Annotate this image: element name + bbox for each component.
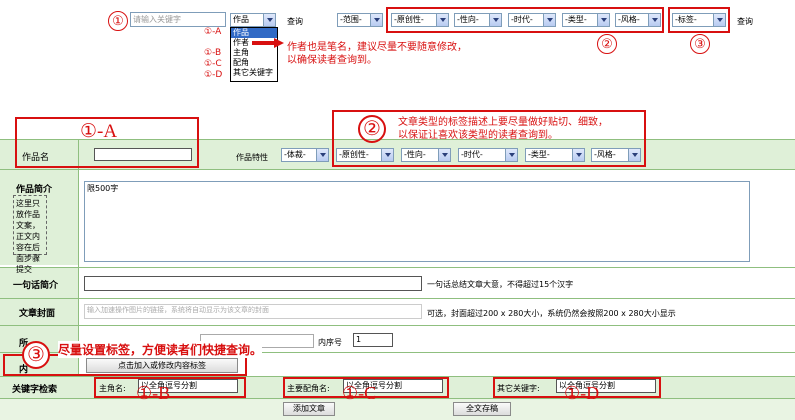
chevron-down-icon	[597, 14, 609, 26]
genre-note-line2: 以保证让喜欢该类型的读者查询到。	[398, 130, 558, 141]
annotation-big-a: ①-A	[80, 121, 118, 142]
features-label: 作品特性	[236, 153, 268, 162]
dropdown-label-c: ①-C	[204, 59, 222, 69]
dropdown-label-b: ①-B	[204, 48, 222, 58]
annotation-big-number-3: ③	[22, 341, 50, 369]
filter-value: -时代-	[511, 15, 533, 24]
order-input[interactable]: 1	[353, 333, 393, 347]
chevron-down-icon	[489, 14, 501, 26]
filter-select-era[interactable]: -时代-	[508, 13, 556, 27]
feature-value: -体裁-	[284, 150, 306, 159]
chevron-down-icon	[370, 14, 382, 26]
dropdown-item[interactable]: 作品	[231, 28, 277, 38]
dropdown-label-a: ①-A	[204, 27, 222, 37]
chevron-down-icon	[436, 14, 448, 26]
filter-select-style[interactable]: -风格-	[615, 13, 661, 27]
oneline-label: 一句话简介	[13, 281, 59, 291]
filter-select-genre[interactable]: -类型-	[562, 13, 610, 27]
intro-label: 作品简介	[16, 185, 53, 195]
tag-value: -标签-	[675, 15, 697, 24]
divider	[0, 267, 795, 268]
search-button[interactable]: 查询	[287, 16, 303, 27]
add-article-button[interactable]: 添加文章	[283, 402, 335, 416]
arrow-right-icon	[252, 38, 284, 48]
annotation-big-number-2: ②	[358, 115, 386, 143]
order-label: 内序号	[318, 338, 342, 347]
chevron-down-icon	[263, 14, 275, 26]
annotation-number-2: ②	[597, 34, 617, 54]
annotation-number-1: ①	[108, 11, 128, 31]
scope-select[interactable]: -范围-	[337, 13, 383, 27]
save-all-button[interactable]: 全文存稿	[453, 402, 511, 416]
chevron-down-icon	[713, 14, 725, 26]
divider	[0, 298, 795, 299]
search-type-value: 作品	[233, 15, 249, 24]
annotation-label-b: ①-B	[136, 383, 171, 403]
filter-select-originality[interactable]: -原创性-	[391, 13, 449, 27]
keyword-label: 关键字检索	[12, 385, 58, 395]
dropdown-item[interactable]: 主角	[231, 48, 277, 58]
dropdown-item[interactable]: 配角	[231, 58, 277, 68]
filter-select-orientation[interactable]: -性向-	[454, 13, 502, 27]
oneline-input[interactable]	[84, 276, 422, 291]
row-buttons	[0, 399, 795, 420]
chevron-down-icon	[316, 149, 328, 161]
scope-value: -范围-	[340, 15, 362, 24]
annotation-label-c: ①-C	[342, 383, 377, 403]
cover-label: 文章封面	[19, 309, 56, 319]
intro-textarea[interactable]: 限500字	[84, 181, 750, 262]
cover-hint: 可选，封面超过200 x 280大小，系统仍然会按照200 x 280大小显示	[427, 309, 676, 318]
filter-value: -原创性-	[394, 15, 424, 24]
intro-side-note: 这里只放作品文案，正文内容在后面步骤提交	[13, 195, 47, 274]
tag-select[interactable]: -标签-	[672, 13, 726, 27]
cover-input[interactable]: 输入加速操作图片的链接，系统将自动显示为该文章的封面	[84, 304, 422, 319]
filter-value: -风格-	[618, 15, 640, 24]
filter-value: -类型-	[565, 15, 587, 24]
chevron-down-icon	[648, 14, 660, 26]
search-type-dropdown: 作品 作者 主角 配角 其它关键字	[230, 27, 278, 82]
divider	[0, 398, 795, 399]
oneline-hint: 一句话总结文章大意，不得超过15个汉字	[427, 280, 574, 289]
annotation-label-d: ①-D	[564, 383, 600, 403]
dropdown-item[interactable]: 其它关键字	[231, 68, 277, 78]
feature-select-form[interactable]: -体裁-	[281, 148, 329, 162]
search-type-select[interactable]: 作品	[230, 13, 276, 27]
chevron-down-icon	[543, 14, 555, 26]
divider	[0, 169, 795, 170]
tag-note: 尽量设置标签，方便读者们快捷查询。	[58, 341, 263, 358]
dropdown-label-d: ①-D	[204, 70, 223, 80]
author-note-line2: 以确保读者查询到。	[287, 55, 377, 66]
annotation-number-3: ③	[690, 34, 710, 54]
search-button-2[interactable]: 查询	[737, 16, 753, 27]
divider	[0, 325, 795, 326]
filter-value: -性向-	[457, 15, 479, 24]
keyword-search-input[interactable]: 请输入关键字	[130, 12, 226, 27]
